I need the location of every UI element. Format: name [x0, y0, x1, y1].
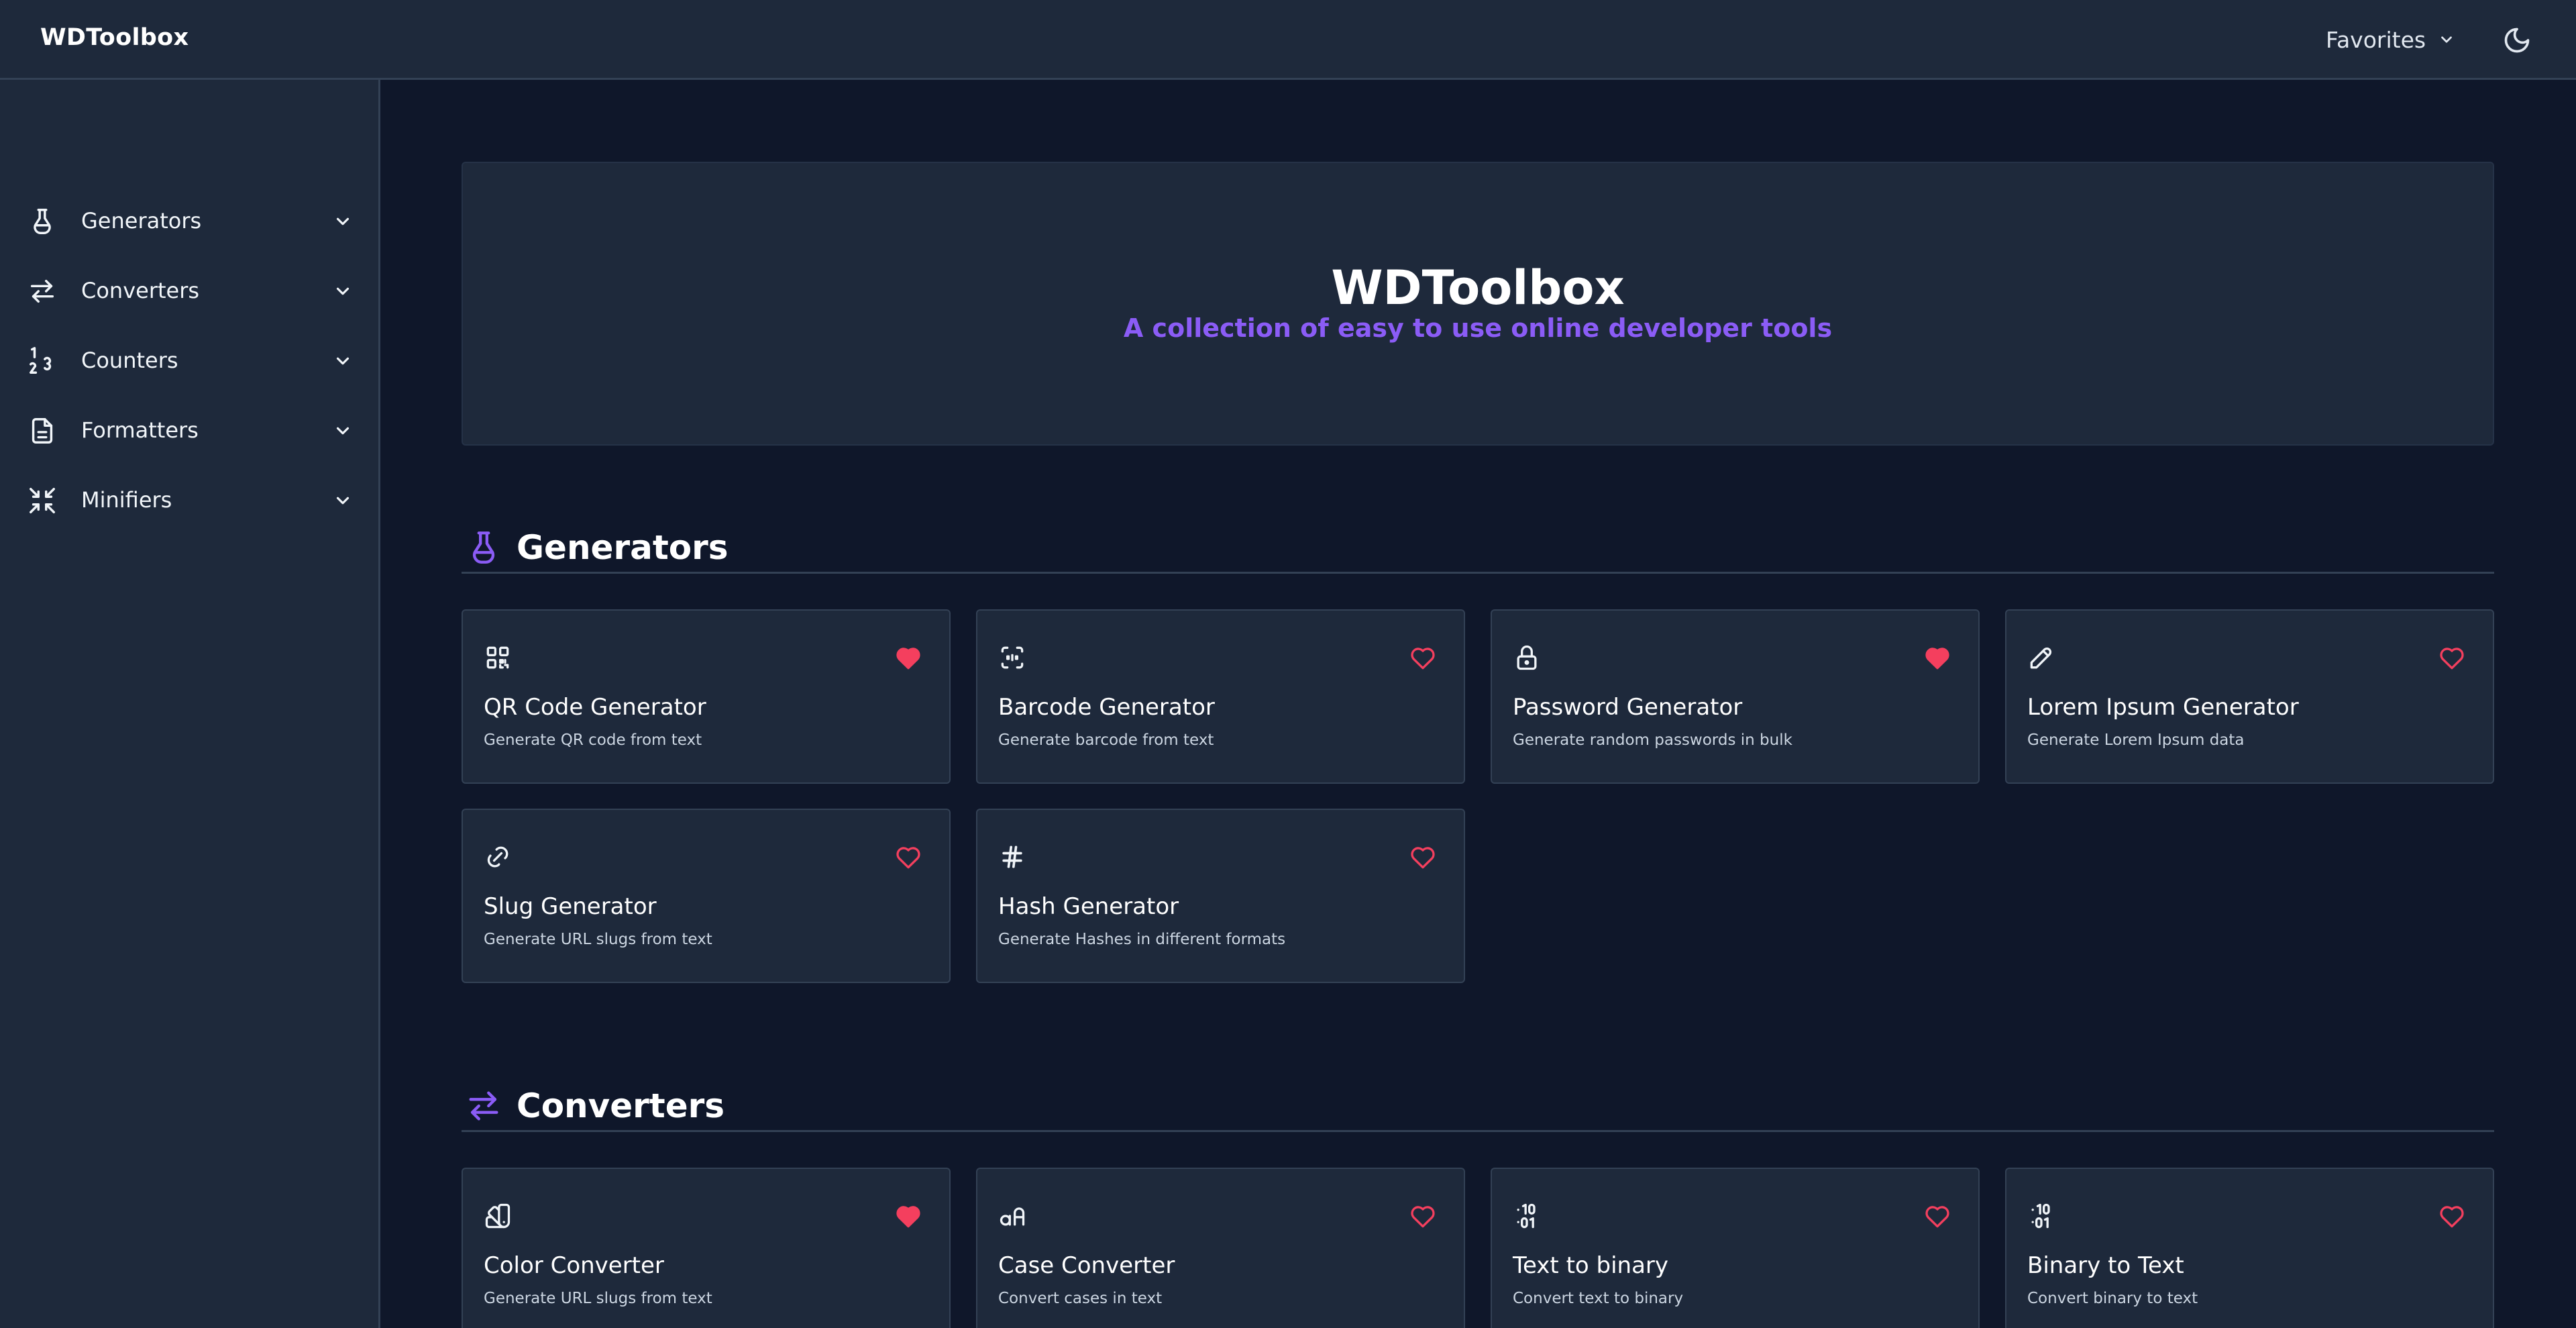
tool-description: Generate Hashes in different formats: [998, 931, 1286, 948]
tool-title: Slug Generator: [484, 893, 657, 920]
heart-outline-icon[interactable]: [2437, 643, 2467, 672]
arrows-exchange-icon: [469, 1091, 498, 1121]
tool-card-qr-code-generator[interactable]: QR Code Generator Generate QR code from …: [462, 609, 951, 784]
sidebar-item-label: Counters: [81, 348, 178, 373]
favorites-dropdown[interactable]: Favorites: [2326, 23, 2455, 56]
tool-title: Case Converter: [998, 1252, 1175, 1279]
sidebar-item-converters[interactable]: Converters: [0, 264, 378, 317]
hero-subtitle: A collection of easy to use online devel…: [1123, 313, 1833, 343]
chevron-down-icon: [336, 427, 350, 435]
chevron-down-icon: [2441, 36, 2452, 43]
tool-description: Convert text to binary: [1513, 1290, 1684, 1307]
tool-description: Generate random passwords in bulk: [1513, 731, 1792, 749]
tool-description: Generate QR code from text: [484, 731, 702, 749]
heart-outline-icon[interactable]: [2437, 1201, 2467, 1231]
tool-description: Generate barcode from text: [998, 731, 1214, 749]
chevron-down-icon: [336, 357, 350, 365]
binary-icon: [2031, 1203, 2050, 1229]
section-title: Generators: [517, 528, 729, 567]
flask-icon: [34, 209, 51, 234]
section-heading-generators: Generators: [462, 520, 2494, 574]
sidebar-item-minifiers[interactable]: Minifiers: [0, 473, 378, 527]
sidebar: Generators Converters Counters Formatter…: [0, 80, 380, 1328]
sidebar-item-counters[interactable]: Counters: [0, 334, 378, 387]
link-icon: [487, 846, 508, 868]
sidebar-item-generators[interactable]: Generators: [0, 194, 378, 248]
arrows-exchange-icon: [30, 279, 54, 303]
moon-icon: [2504, 28, 2530, 53]
heart-outline-icon[interactable]: [894, 842, 923, 872]
binary-icon: [1517, 1203, 1536, 1229]
tool-title: Lorem Ipsum Generator: [2027, 694, 2299, 721]
theme-toggle-button[interactable]: [2502, 25, 2532, 55]
heart-outline-icon[interactable]: [1408, 842, 1438, 872]
sidebar-item-formatters[interactable]: Formatters: [0, 403, 378, 457]
tool-title: Color Converter: [484, 1252, 664, 1279]
tool-title: Barcode Generator: [998, 694, 1215, 721]
lock-icon: [1517, 645, 1537, 670]
heart-outline-icon[interactable]: [1408, 643, 1438, 672]
barcode-icon: [1001, 646, 1024, 669]
heart-filled-icon[interactable]: [894, 1201, 923, 1231]
tool-description: Convert binary to text: [2027, 1290, 2198, 1307]
hero-title: WDToolbox: [1331, 260, 1625, 315]
tool-description: Convert cases in text: [998, 1290, 1163, 1307]
tool-description: Generate Lorem Ipsum data: [2027, 731, 2245, 749]
heart-filled-icon[interactable]: [894, 643, 923, 672]
tool-card-case-converter[interactable]: Case Converter Convert cases in text: [976, 1168, 1465, 1328]
sidebar-item-label: Formatters: [81, 417, 199, 443]
heart-outline-icon[interactable]: [1923, 1201, 1952, 1231]
section-title: Converters: [517, 1086, 725, 1125]
document-icon: [32, 418, 53, 444]
favorites-label: Favorites: [2326, 26, 2426, 53]
sidebar-item-label: Generators: [81, 208, 202, 234]
tool-title: Binary to Text: [2027, 1252, 2184, 1279]
chevron-down-icon: [336, 287, 350, 295]
tool-card-barcode-generator[interactable]: Barcode Generator Generate barcode from …: [976, 609, 1465, 784]
tool-card-slug-generator[interactable]: Slug Generator Generate URL slugs from t…: [462, 809, 951, 983]
tool-description: Generate URL slugs from text: [484, 931, 712, 948]
chevron-down-icon: [336, 497, 350, 505]
sidebar-item-label: Minifiers: [81, 487, 172, 513]
tool-description: Generate URL slugs from text: [484, 1290, 712, 1307]
heart-outline-icon[interactable]: [1408, 1201, 1438, 1231]
heart-filled-icon[interactable]: [1923, 643, 1952, 672]
color-swatch-icon: [485, 1203, 511, 1229]
tool-card-text-to-binary[interactable]: Text to binary Convert text to binary: [1491, 1168, 1980, 1328]
tool-card-lorem-ipsum-generator[interactable]: Lorem Ipsum Generator Generate Lorem Ips…: [2005, 609, 2494, 784]
tool-card-hash-generator[interactable]: Hash Generator Generate Hashes in differ…: [976, 809, 1465, 983]
tool-title: Password Generator: [1513, 694, 1743, 721]
tool-title: Text to binary: [1513, 1252, 1669, 1279]
top-bar: WDToolbox Favorites: [0, 0, 2576, 80]
tool-card-binary-to-text[interactable]: Binary to Text Convert binary to text: [2005, 1168, 2494, 1328]
minimize-icon: [30, 488, 55, 513]
chevron-down-icon: [336, 217, 350, 225]
tool-card-password-generator[interactable]: Password Generator Generate random passw…: [1491, 609, 1980, 784]
hero-banner: WDToolbox A collection of easy to use on…: [462, 162, 2494, 446]
brand-logo[interactable]: WDToolbox: [40, 24, 189, 51]
numbers-icon: [30, 347, 52, 374]
section-heading-converters: Converters: [462, 1078, 2494, 1132]
flask-icon: [472, 531, 495, 564]
hash-icon: [1002, 846, 1022, 868]
qr-code-icon: [486, 646, 509, 669]
tool-card-color-converter[interactable]: Color Converter Generate URL slugs from …: [462, 1168, 951, 1328]
tool-title: Hash Generator: [998, 893, 1179, 920]
pencil-icon: [2030, 647, 2052, 669]
letter-case-icon: [1000, 1207, 1025, 1226]
sidebar-item-label: Converters: [81, 278, 200, 303]
tool-title: QR Code Generator: [484, 694, 706, 721]
